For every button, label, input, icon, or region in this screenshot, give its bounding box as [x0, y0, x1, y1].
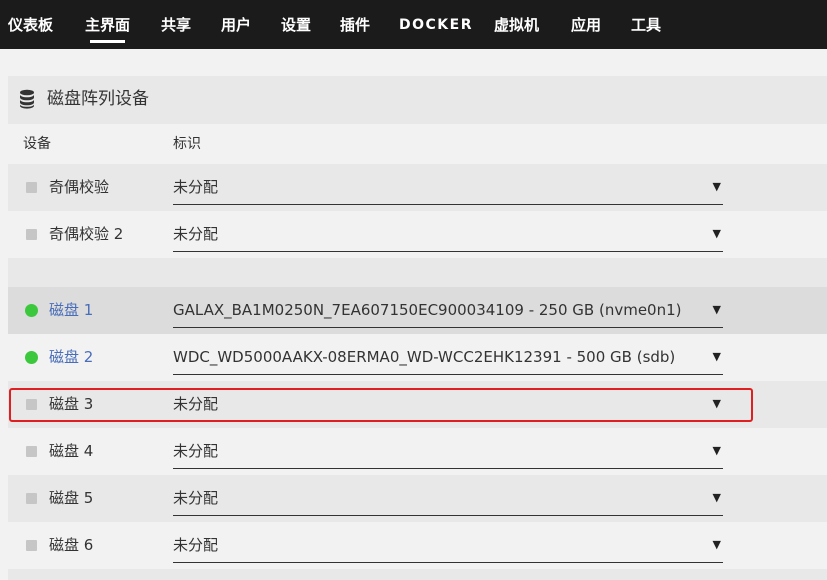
nav-docker[interactable]: DOCKER — [399, 14, 473, 36]
panel-title: 磁盘阵列设备 — [47, 89, 149, 109]
caret-down-icon: ▼ — [712, 350, 721, 363]
nav-plugins[interactable]: 插件 — [340, 14, 370, 36]
unassigned-status-icon — [26, 540, 37, 551]
device-select-disk-5[interactable]: 未分配 ▼ — [173, 481, 723, 516]
device-select-value: 未分配 — [173, 395, 219, 413]
column-header-identification: 标识 — [173, 136, 201, 152]
device-row-disk-6: 磁盘 6 未分配 ▼ — [8, 522, 827, 569]
nav-dashboard[interactable]: 仪表板 — [8, 14, 53, 36]
device-select-disk-2[interactable]: WDC_WD5000AAKX-08ERMA0_WD-WCC2EHK12391 -… — [173, 340, 723, 375]
unassigned-status-icon — [26, 229, 37, 240]
device-select-parity-2[interactable]: 未分配 ▼ — [173, 217, 723, 252]
nav-users[interactable]: 用户 — [221, 14, 251, 36]
panel-header: 磁盘阵列设备 — [8, 76, 827, 124]
nav-vms[interactable]: 虚拟机 — [494, 14, 539, 36]
device-row-disk-3: 磁盘 3 未分配 ▼ — [8, 381, 827, 428]
device-label: 磁盘 6 — [49, 536, 94, 554]
device-select-value: 未分配 — [173, 178, 219, 196]
unassigned-status-icon — [26, 493, 37, 504]
device-select-disk-6[interactable]: 未分配 ▼ — [173, 528, 723, 563]
device-select-value: 未分配 — [173, 536, 219, 554]
device-select-value: WDC_WD5000AAKX-08ERMA0_WD-WCC2EHK12391 -… — [173, 348, 676, 366]
device-label: 奇偶校验 2 — [49, 225, 124, 243]
disk-1-link[interactable]: 磁盘 1 — [49, 300, 93, 320]
caret-down-icon: ▼ — [712, 180, 721, 193]
device-row-disk-1: 磁盘 1 GALAX_BA1M0250N_7EA607150EC90003410… — [8, 287, 827, 334]
section-divider — [8, 258, 827, 287]
online-status-icon — [25, 304, 38, 317]
device-select-parity[interactable]: 未分配 ▼ — [173, 170, 723, 205]
database-icon — [20, 89, 34, 109]
array-devices-panel: 磁盘阵列设备 设备 标识 奇偶校验 未分配 ▼ 奇偶校验 2 未分配 ▼ 磁盘 … — [8, 76, 827, 580]
device-row-parity-2: 奇偶校验 2 未分配 ▼ — [8, 211, 827, 258]
device-select-value: 未分配 — [173, 442, 219, 460]
disk-2-link[interactable]: 磁盘 2 — [49, 347, 93, 367]
caret-down-icon: ▼ — [712, 491, 721, 504]
column-header-device: 设备 — [23, 136, 51, 152]
device-label: 磁盘 4 — [49, 442, 94, 460]
device-row-disk-5: 磁盘 5 未分配 ▼ — [8, 475, 827, 522]
caret-down-icon: ▼ — [712, 538, 721, 551]
device-select-disk-1[interactable]: GALAX_BA1M0250N_7EA607150EC900034109 - 2… — [173, 293, 723, 328]
device-label: 奇偶校验 — [49, 178, 110, 196]
top-navigation: 仪表板 主界面 共享 用户 设置 插件 DOCKER 虚拟机 应用 工具 — [0, 0, 827, 49]
online-status-icon — [25, 351, 38, 364]
unassigned-status-icon — [26, 399, 37, 410]
device-select-disk-4[interactable]: 未分配 ▼ — [173, 434, 723, 469]
device-row-parity: 奇偶校验 未分配 ▼ — [8, 164, 827, 211]
device-row-disk-2: 磁盘 2 WDC_WD5000AAKX-08ERMA0_WD-WCC2EHK12… — [8, 334, 827, 381]
caret-down-icon: ▼ — [712, 444, 721, 457]
panel-footer-band — [8, 569, 827, 580]
device-select-value: 未分配 — [173, 225, 219, 243]
caret-down-icon: ▼ — [712, 227, 721, 240]
caret-down-icon: ▼ — [712, 397, 721, 410]
unassigned-status-icon — [26, 182, 37, 193]
device-row-disk-4: 磁盘 4 未分配 ▼ — [8, 428, 827, 475]
nav-shares[interactable]: 共享 — [161, 14, 191, 36]
device-label: 磁盘 3 — [49, 395, 94, 413]
nav-tools[interactable]: 工具 — [631, 14, 661, 36]
device-select-value: GALAX_BA1M0250N_7EA607150EC900034109 - 2… — [173, 301, 682, 319]
nav-apps[interactable]: 应用 — [571, 14, 601, 36]
unassigned-status-icon — [26, 446, 37, 457]
caret-down-icon: ▼ — [712, 303, 721, 316]
device-select-disk-3[interactable]: 未分配 ▼ — [173, 387, 723, 422]
nav-settings[interactable]: 设置 — [281, 14, 311, 36]
device-label: 磁盘 5 — [49, 489, 94, 507]
nav-main[interactable]: 主界面 — [85, 14, 130, 43]
device-select-value: 未分配 — [173, 489, 219, 507]
